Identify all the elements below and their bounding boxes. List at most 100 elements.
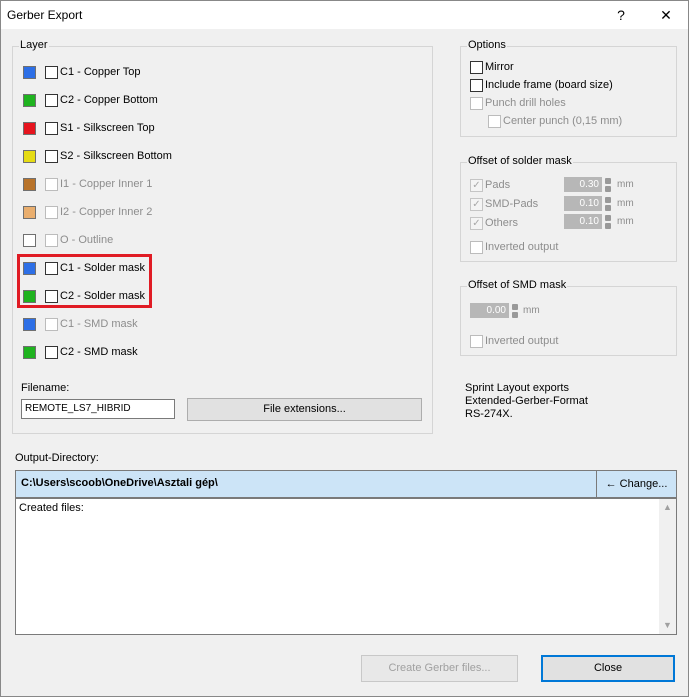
layer-checkbox[interactable] [45, 149, 58, 163]
smd-mask-offset-field: 0.00 [470, 303, 509, 318]
pads-label: Pads [485, 179, 511, 191]
smd-inverted-label: Inverted output [485, 335, 559, 347]
solder-inverted-label: Inverted output [485, 241, 559, 253]
solder-inverted-option: Inverted output [470, 239, 558, 255]
arrow-left-icon: ← [605, 478, 617, 490]
change-directory-button[interactable]: ← Change... [596, 471, 676, 497]
layer-checkbox[interactable] [45, 345, 58, 359]
punch-drill-option: Punch drill holes [470, 95, 566, 111]
layer-color-swatch [23, 93, 36, 107]
created-files-scrollbar[interactable]: ▲ ▼ [659, 499, 676, 634]
others-checkbox: ✓ [470, 216, 483, 230]
options-group-label: Options [467, 39, 507, 51]
info-line-1: Sprint Layout exports [465, 382, 569, 394]
scroll-up-icon[interactable]: ▲ [659, 499, 676, 516]
pads-offset-field: 0.30 [564, 177, 602, 192]
layer-color-swatch [23, 121, 36, 135]
include-frame-option[interactable]: Include frame (board size) [470, 77, 613, 93]
layer-checkbox [45, 317, 58, 331]
gerber-export-dialog: Gerber Export ? ✕ Layer C1 - Copper Top C… [0, 0, 689, 697]
smd-pads-label: SMD-Pads [485, 198, 539, 210]
layer-color-swatch [23, 233, 36, 247]
pads-option: ✓ Pads [470, 177, 510, 193]
layer-color-swatch [23, 177, 36, 191]
smd-pads-checkbox: ✓ [470, 197, 483, 211]
layer-checkbox [45, 177, 58, 191]
layer-row[interactable]: C2 - SMD mask [23, 344, 138, 360]
layer-label: C1 - Copper Top [60, 66, 141, 78]
smd-pads-option: ✓ SMD-Pads [470, 196, 538, 212]
pads-checkbox: ✓ [470, 178, 483, 192]
output-directory-bar: C:\Users\scoob\OneDrive\Asztali gép\ ← C… [15, 470, 677, 498]
layer-label: S2 - Silkscreen Bottom [60, 150, 172, 162]
layer-label: C2 - Copper Bottom [60, 94, 158, 106]
others-label: Others [485, 217, 519, 229]
layer-row[interactable]: C1 - Copper Top [23, 64, 141, 80]
smd-inverted-checkbox [470, 334, 483, 348]
layer-row: O - Outline [23, 232, 113, 248]
others-option: ✓ Others [470, 215, 518, 231]
window-title: Gerber Export [7, 8, 83, 22]
center-punch-option: Center punch (0,15 mm) [488, 113, 622, 129]
layer-label: C1 - SMD mask [60, 318, 138, 330]
layer-row[interactable]: S1 - Silkscreen Top [23, 120, 155, 136]
smd-pads-offset-field: 0.10 [564, 196, 602, 211]
filename-label: Filename: [21, 382, 70, 394]
others-spinner-icon [605, 215, 611, 229]
layer-label: I1 - Copper Inner 1 [60, 178, 153, 190]
change-button-label: Change... [619, 478, 668, 490]
filename-input[interactable]: REMOTE_LS7_HIBRID [21, 399, 175, 419]
others-unit: mm [617, 216, 634, 227]
center-punch-checkbox [488, 114, 501, 128]
layer-checkbox [45, 205, 58, 219]
solder-mask-group-label: Offset of solder mask [467, 155, 573, 167]
layer-label: C2 - SMD mask [60, 346, 138, 358]
smd-mask-spinner-icon [512, 304, 518, 318]
solder-inverted-checkbox [470, 240, 483, 254]
smd-mask-group-label: Offset of SMD mask [467, 279, 568, 291]
info-line-2: Extended-Gerber-Format [465, 395, 588, 407]
layer-checkbox[interactable] [45, 121, 58, 135]
solder-mask-highlight [17, 254, 152, 308]
mirror-label: Mirror [485, 61, 514, 73]
layer-row: C1 - SMD mask [23, 316, 138, 332]
layer-label: S1 - Silkscreen Top [60, 122, 155, 134]
pads-unit: mm [617, 179, 634, 190]
layer-group-label: Layer [19, 39, 49, 51]
punch-drill-checkbox [470, 96, 483, 110]
include-frame-label: Include frame (board size) [485, 79, 613, 91]
created-files-list[interactable]: Created files: ▲ ▼ [15, 498, 677, 635]
layer-checkbox[interactable] [45, 65, 58, 79]
layer-color-swatch [23, 345, 36, 359]
mirror-checkbox[interactable] [470, 60, 483, 74]
scroll-down-icon[interactable]: ▼ [659, 617, 676, 634]
mirror-option[interactable]: Mirror [470, 59, 514, 75]
layer-color-swatch [23, 205, 36, 219]
layer-color-swatch [23, 149, 36, 163]
output-directory-label: Output-Directory: [15, 452, 99, 464]
center-punch-label: Center punch (0,15 mm) [503, 115, 623, 127]
layer-color-swatch [23, 317, 36, 331]
layer-color-swatch [23, 65, 36, 79]
close-button[interactable]: Close [541, 655, 675, 682]
created-files-label: Created files: [19, 502, 84, 514]
layer-row: I1 - Copper Inner 1 [23, 176, 152, 192]
layer-row[interactable]: S2 - Silkscreen Bottom [23, 148, 172, 164]
smd-mask-unit: mm [523, 305, 540, 316]
file-extensions-button[interactable]: File extensions... [187, 398, 422, 421]
close-window-button[interactable]: ✕ [644, 1, 688, 29]
help-button[interactable]: ? [599, 1, 643, 29]
title-bar: Gerber Export ? ✕ [1, 1, 688, 29]
export-info: Sprint Layout exports Extended-Gerber-Fo… [465, 382, 588, 421]
include-frame-checkbox[interactable] [470, 78, 483, 92]
layer-row[interactable]: C2 - Copper Bottom [23, 92, 158, 108]
others-offset-field: 0.10 [564, 214, 602, 229]
smd-inverted-option: Inverted output [470, 333, 558, 349]
layer-label: O - Outline [60, 234, 114, 246]
info-line-3: RS-274X. [465, 408, 513, 420]
layer-checkbox[interactable] [45, 93, 58, 107]
output-directory-path[interactable]: C:\Users\scoob\OneDrive\Asztali gép\ [21, 477, 218, 489]
smd-pads-unit: mm [617, 198, 634, 209]
create-gerber-files-button[interactable]: Create Gerber files... [361, 655, 518, 682]
layer-label: I2 - Copper Inner 2 [60, 206, 153, 218]
